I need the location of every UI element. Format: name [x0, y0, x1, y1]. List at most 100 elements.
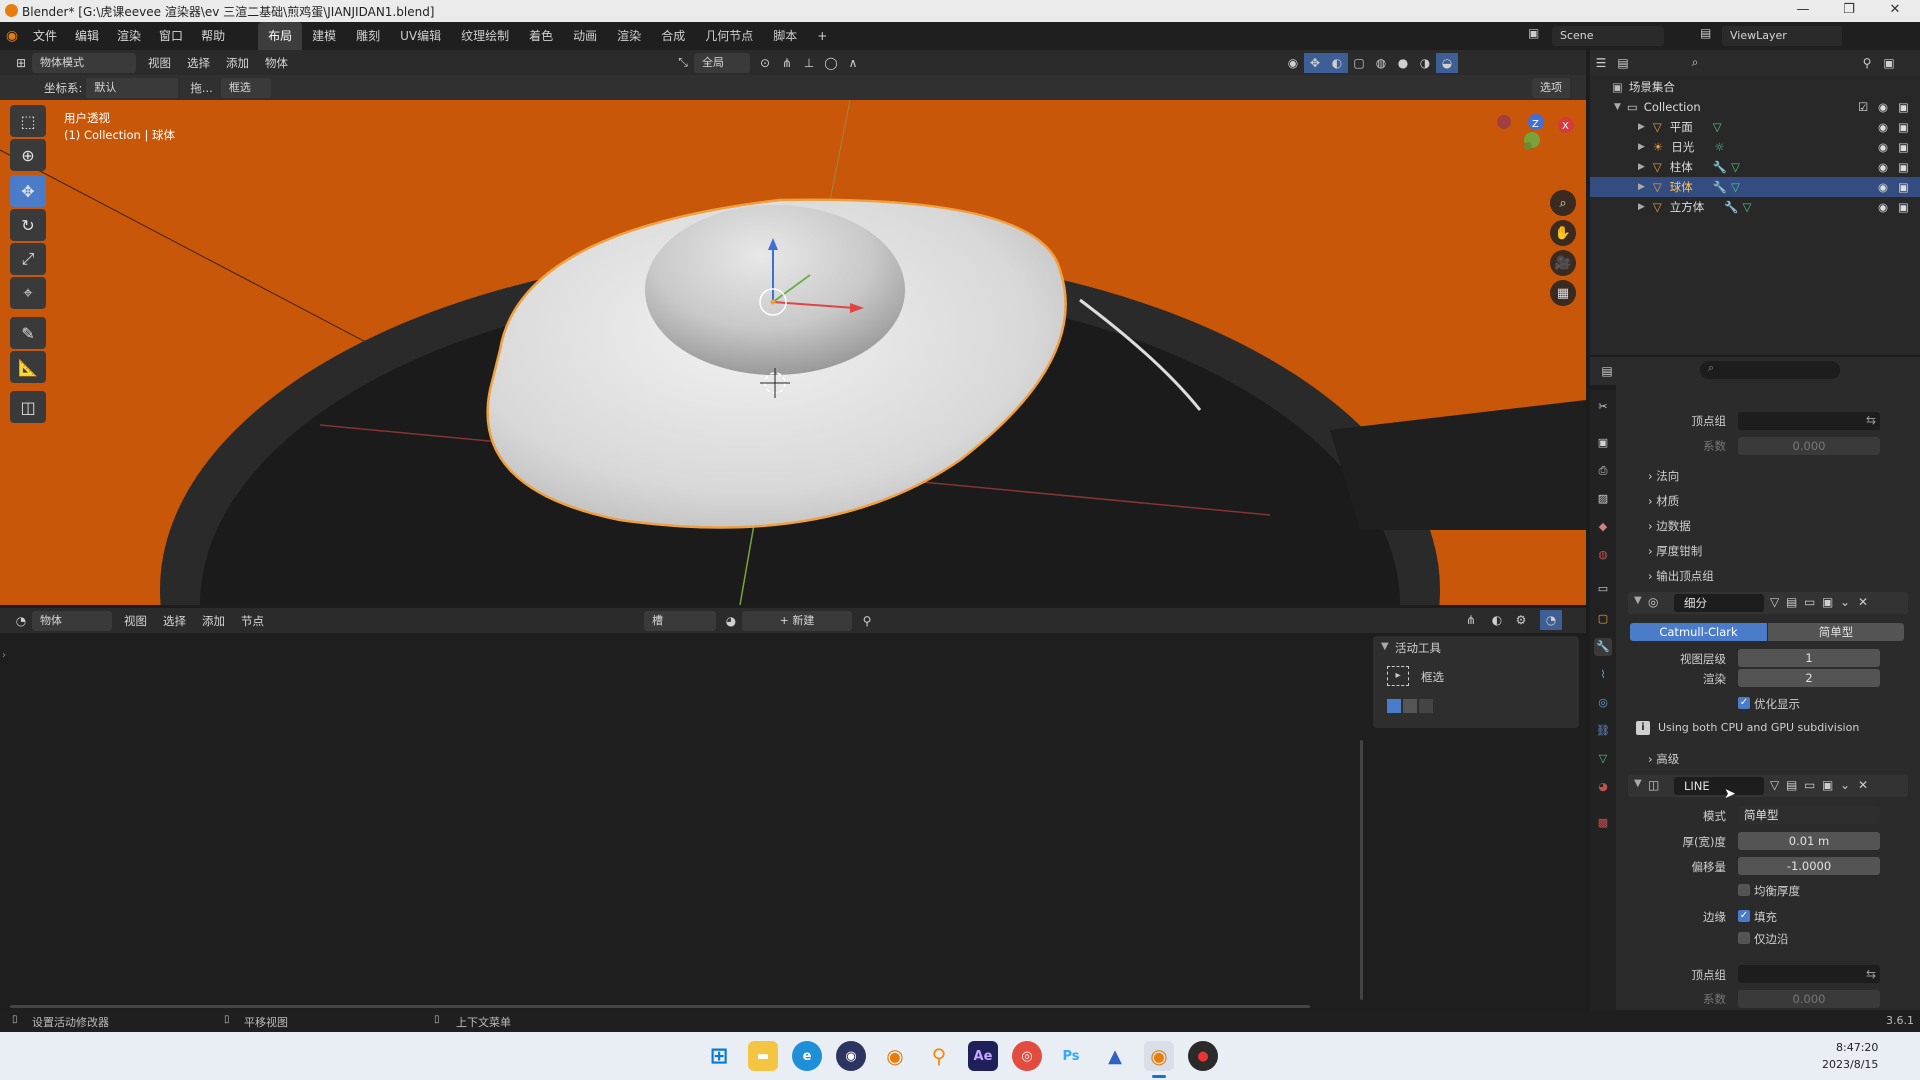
section-thickness-clamp[interactable]: › 厚度钳制 [1648, 543, 1702, 559]
select-mode-dropdown[interactable]: 框选 [220, 77, 271, 98]
material-tab-icon[interactable]: ◕ [1594, 778, 1612, 796]
tab-layout[interactable]: 布局 [258, 22, 303, 50]
render-tab-icon[interactable]: ▣ [1594, 434, 1612, 452]
outliner-scene-collection[interactable]: ▣ 场景集合 [1590, 77, 1920, 97]
visibility-eye-icon[interactable]: ◉ [1878, 200, 1888, 214]
render-toggle-icon[interactable]: ▣ [1822, 595, 1833, 609]
material-slot-dropdown[interactable]: 槽 [644, 610, 716, 631]
modifier-tab-icon[interactable]: 🔧 [1594, 638, 1612, 656]
mode-dropdown[interactable]: 物体模式 [32, 52, 136, 73]
visibility-eye-icon[interactable]: ◉ [1878, 160, 1888, 174]
app-blue-icon[interactable]: ◉ [836, 1041, 866, 1071]
scene-selector-icon[interactable]: ▣ [1528, 26, 1548, 46]
collection-render-icon[interactable]: ▣ [1898, 100, 1909, 114]
particles-tab-icon[interactable]: ⌇ [1594, 666, 1612, 684]
blender-menu-icon[interactable]: ◉ [0, 28, 24, 44]
view-layer-tab-icon[interactable]: ▨ [1594, 490, 1612, 508]
shader-object-dropdown[interactable]: 物体 [32, 610, 112, 631]
offset-field[interactable]: -1.0000 [1738, 857, 1880, 875]
world-tab-icon[interactable]: ◍ [1594, 546, 1612, 564]
solid-shading-icon[interactable]: ● [1392, 53, 1414, 73]
rendered-shading-icon[interactable]: ◒ [1436, 52, 1458, 73]
physics-tab-icon[interactable]: ◎ [1594, 694, 1612, 712]
cage-toggle-icon[interactable]: ▤ [1786, 778, 1797, 792]
menu-select[interactable]: 选择 [179, 55, 218, 71]
menu-edit[interactable]: 编辑 [66, 22, 108, 50]
subdivision-modifier-header[interactable]: ▼ ◎ 细分 ▽ ▤ ▭ ▣ ⌄ ✕ [1628, 592, 1908, 614]
perspective-grid-icon[interactable]: ▦ [1550, 280, 1576, 306]
shader-menu-select[interactable]: 选择 [155, 613, 194, 629]
editor-type-icon[interactable]: ⊞ [10, 53, 32, 73]
overlay-toggle-icon[interactable]: ◐ [1326, 52, 1348, 73]
app-red-icon[interactable]: ● [1188, 1041, 1218, 1071]
outliner-item-selected[interactable]: ▶ ▽ 球体 🔧 ▽ ◉ ▣ [1590, 177, 1920, 197]
outliner-editor-type-icon[interactable]: ☰ [1590, 53, 1612, 73]
add-cube-tool-icon[interactable]: ◫ [10, 391, 46, 423]
shader-menu-node[interactable]: 节点 [233, 613, 272, 629]
tab-modeling[interactable]: 建模 [302, 22, 346, 50]
measure-tool-icon[interactable]: 📐 [10, 351, 46, 383]
cage-toggle-icon[interactable]: ▤ [1786, 595, 1797, 609]
panel-collapse-icon[interactable]: ▼ [1381, 641, 1389, 652]
edit-mode-toggle-icon[interactable]: ▽ [1770, 778, 1779, 792]
camera-view-icon[interactable]: 🎥 [1550, 250, 1576, 276]
render-camera-icon[interactable]: ▣ [1898, 120, 1909, 134]
view-layer-name-field[interactable]: ViewLayer [1722, 26, 1842, 46]
solidify-name-field[interactable]: LINE [1674, 777, 1764, 795]
collection-visibility-icon[interactable]: ◉ [1878, 100, 1888, 114]
tab-sculpting[interactable]: 雕刻 [346, 22, 390, 50]
pivot-icon[interactable]: ⊙ [754, 53, 776, 73]
collection-tab-icon[interactable]: ▭ [1594, 580, 1612, 598]
pin-icon[interactable]: ⚲ [856, 611, 878, 631]
edit-mode-toggle-icon[interactable]: ▽ [1770, 595, 1779, 609]
solidify-vertex-group-field[interactable] [1738, 965, 1880, 983]
even-thickness-checkbox[interactable] [1738, 884, 1750, 896]
file-explorer-icon[interactable]: ▬ [748, 1041, 778, 1071]
coordinate-system-dropdown[interactable]: 默认 [86, 77, 179, 98]
menu-view[interactable]: 视图 [140, 55, 179, 71]
xray-icon[interactable]: ▢ [1348, 53, 1370, 73]
pan-hand-icon[interactable]: ✋ [1550, 220, 1576, 246]
catmull-clark-tab[interactable]: Catmull-Clark [1630, 623, 1767, 641]
section-edge-data[interactable]: › 边数据 [1648, 518, 1691, 534]
3d-viewport[interactable]: Z X 用户透视 (1) Collection | 球体 ⬚ ⊕ ✥ ↻ ⤢ ⌖… [0, 100, 1586, 605]
photoshop-icon[interactable]: Ps [1056, 1041, 1086, 1071]
select-extend-icon[interactable] [1403, 699, 1417, 713]
select-subtract-icon[interactable] [1419, 699, 1433, 713]
viewport-toggle-icon[interactable]: ▭ [1804, 595, 1815, 609]
material-shading-icon[interactable]: ◑ [1414, 53, 1436, 73]
windows-start-icon[interactable]: ⊞ [704, 1041, 734, 1071]
object-tab-icon[interactable]: ▢ [1594, 610, 1612, 628]
shader-editor-canvas[interactable] [0, 633, 1586, 1010]
chrome-icon[interactable]: ◎ [1012, 1041, 1042, 1071]
display-mode-icon[interactable]: ▤ [1612, 53, 1634, 73]
solidify-mode-dropdown[interactable]: 简单型 [1738, 806, 1880, 824]
visibility-eye-icon[interactable]: ◉ [1878, 180, 1888, 194]
menu-add[interactable]: 添加 [218, 55, 257, 71]
tab-texture-paint[interactable]: 纹理绘制 [451, 22, 519, 50]
outliner-item[interactable]: ▶ ☀ 日光 ☼ ◉ ▣ [1590, 137, 1920, 157]
render-camera-icon[interactable]: ▣ [1898, 200, 1909, 214]
vertical-scrollbar[interactable] [1360, 740, 1363, 1000]
invert-vertex-group-icon[interactable]: ⇆ [1866, 967, 1876, 981]
node-gizmo-icon[interactable]: ◔ [1540, 610, 1562, 630]
tab-animation[interactable]: 动画 [563, 22, 607, 50]
search-app-icon[interactable]: ⚲ [924, 1041, 954, 1071]
select-box-tool-icon[interactable]: ⬚ [10, 105, 46, 137]
blender-active-icon[interactable]: ◉ [1144, 1041, 1174, 1071]
falloff-icon[interactable]: ∧ [842, 53, 864, 73]
outliner-item[interactable]: ▶ ▽ 平面 ▽ ◉ ▣ [1590, 117, 1920, 137]
solidify-factor-field[interactable]: 0.000 [1738, 990, 1880, 1008]
snap-target-icon[interactable]: ⊥ [798, 53, 820, 73]
outliner-item[interactable]: ▶ ▽ 立方体 🔧 ▽ ◉ ▣ [1590, 197, 1920, 217]
optimal-display-checkbox[interactable]: ✓ [1738, 697, 1750, 709]
collection-checkbox-icon[interactable]: ☑ [1858, 100, 1868, 114]
filter-icon[interactable]: ⚲ [1856, 53, 1878, 73]
new-material-button[interactable]: + 新建 [742, 610, 852, 631]
maximize-button[interactable]: ❐ [1826, 0, 1872, 22]
visibility-eye-icon[interactable]: ◉ [1878, 120, 1888, 134]
render-camera-icon[interactable]: ▣ [1898, 160, 1909, 174]
add-workspace-button[interactable]: + [807, 22, 837, 50]
view-layer-icon[interactable]: ▤ [1700, 26, 1720, 46]
modifier-dropdown-icon[interactable]: ⌄ [1840, 778, 1850, 792]
